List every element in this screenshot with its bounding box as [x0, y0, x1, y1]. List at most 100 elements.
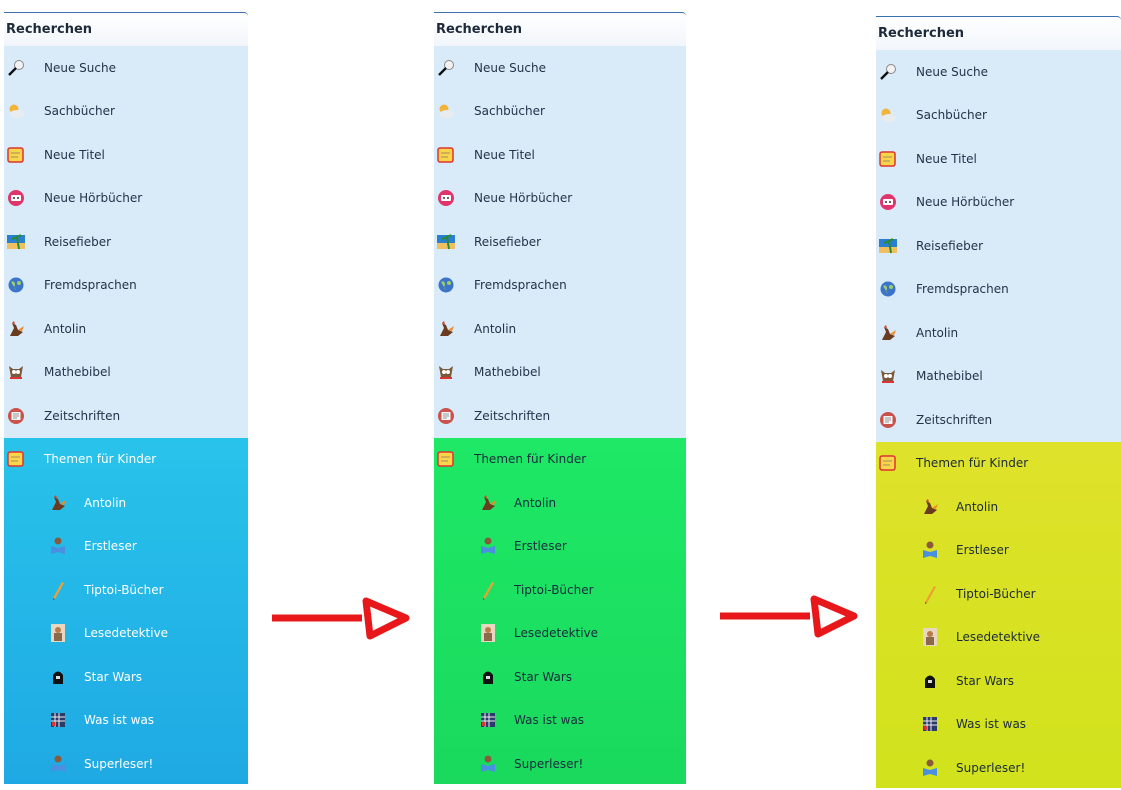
themen-section: Themen für Kinder Antolin Erstleser Tipt… [434, 437, 686, 786]
sub-item-erstleser[interactable]: Erstleser [876, 529, 1121, 573]
menu-item-mathebibel[interactable]: Mathebibel [876, 355, 1121, 399]
panel-header: Recherchen [4, 12, 248, 46]
sub-item-star-wars[interactable]: Star Wars [876, 659, 1121, 703]
sub-label: Was ist was [514, 713, 585, 728]
menu-item-mathebibel[interactable]: Mathebibel [4, 351, 248, 395]
beach-icon [436, 232, 456, 252]
sub-item-star-wars[interactable]: Star Wars [434, 655, 686, 699]
menu-label: Zeitschriften [474, 408, 551, 423]
magazine-icon [436, 406, 456, 426]
sub-label: Superleser! [84, 756, 154, 771]
sub-label: Tiptoi-Bücher [956, 586, 1036, 601]
menu-item-sachbuecher[interactable]: Sachbücher [434, 90, 686, 134]
menu-item-mathebibel[interactable]: Mathebibel [434, 351, 686, 395]
sub-label: Star Wars [956, 673, 1015, 688]
owl-icon [436, 362, 456, 382]
themen-section: Themen für Kinder Antolin Erstleser Tipt… [4, 437, 248, 786]
menu-item-neue-suche[interactable]: Neue Suche [876, 50, 1121, 94]
menu-item-fremdsprachen[interactable]: Fremdsprachen [4, 264, 248, 308]
book-grid-icon [920, 714, 940, 734]
sub-item-was-ist-was[interactable]: Was ist was [434, 699, 686, 743]
beach-icon [6, 232, 26, 252]
sub-item-lesedetektive[interactable]: Lesedetektive [876, 616, 1121, 660]
menu-item-fremdsprachen[interactable]: Fremdsprachen [876, 268, 1121, 312]
sub-item-superleser[interactable]: Superleser! [4, 742, 248, 786]
sub-item-lesedetektive[interactable]: Lesedetektive [4, 612, 248, 656]
sub-item-tiptoi[interactable]: Tiptoi-Bücher [876, 572, 1121, 616]
sub-item-superleser[interactable]: Superleser! [434, 742, 686, 786]
menu-item-neue-hoerbuecher[interactable]: Neue Hörbücher [434, 177, 686, 221]
menu-item-zeitschriften[interactable]: Zeitschriften [434, 394, 686, 438]
menu-item-themen-fuer-kinder[interactable]: Themen für Kinder [876, 442, 1121, 486]
themen-section: Themen für Kinder Antolin Erstleser Tipt… [876, 441, 1121, 790]
sub-item-antolin[interactable]: Antolin [4, 481, 248, 525]
menu-item-zeitschriften[interactable]: Zeitschriften [876, 398, 1121, 442]
menu-item-zeitschriften[interactable]: Zeitschriften [4, 394, 248, 438]
menu-item-neue-titel[interactable]: Neue Titel [4, 133, 248, 177]
menu-label: Themen für Kinder [44, 452, 157, 467]
cassette-icon [878, 192, 898, 212]
sub-item-tiptoi[interactable]: Tiptoi-Bücher [4, 568, 248, 612]
sub-item-star-wars[interactable]: Star Wars [4, 655, 248, 699]
menu-item-neue-titel[interactable]: Neue Titel [434, 133, 686, 177]
menu-item-antolin[interactable]: Antolin [876, 311, 1121, 355]
robot-icon [48, 667, 68, 687]
menu-item-neue-hoerbuecher[interactable]: Neue Hörbücher [4, 177, 248, 221]
sub-item-lesedetektive[interactable]: Lesedetektive [434, 612, 686, 656]
magazine-icon [878, 410, 898, 430]
sub-item-was-ist-was[interactable]: Was ist was [4, 699, 248, 743]
menu-item-themen-fuer-kinder[interactable]: Themen für Kinder [434, 438, 686, 482]
menu-item-antolin[interactable]: Antolin [434, 307, 686, 351]
menu-item-reisefieber[interactable]: Reisefieber [434, 220, 686, 264]
main-menu-list: Neue Suche Sachbücher Neue Titel Neue Hö… [4, 46, 248, 438]
notepad-icon [6, 449, 26, 469]
notepad-icon [436, 145, 456, 165]
menu-label: Neue Suche [916, 64, 988, 79]
menu-item-sachbuecher[interactable]: Sachbücher [876, 94, 1121, 138]
sub-item-antolin[interactable]: Antolin [434, 481, 686, 525]
sub-item-was-ist-was[interactable]: Was ist was [876, 703, 1121, 747]
menu-label: Themen für Kinder [474, 452, 587, 467]
menu-item-reisefieber[interactable]: Reisefieber [4, 220, 248, 264]
sub-label: Antolin [514, 495, 557, 510]
menu-label: Sachbücher [44, 104, 115, 119]
magazine-icon [6, 406, 26, 426]
menu-item-themen-fuer-kinder[interactable]: Themen für Kinder [4, 438, 248, 482]
detective-icon [48, 623, 68, 643]
menu-label: Reisefieber [474, 234, 542, 249]
menu-item-antolin[interactable]: Antolin [4, 307, 248, 351]
sub-label: Was ist was [84, 713, 155, 728]
globe-icon [878, 279, 898, 299]
menu-label: Neue Hörbücher [474, 191, 573, 206]
menu-label: Themen für Kinder [916, 456, 1029, 471]
sub-label: Superleser! [956, 760, 1026, 775]
pen-icon [478, 580, 498, 600]
sub-item-tiptoi[interactable]: Tiptoi-Bücher [434, 568, 686, 612]
menu-label: Reisefieber [916, 238, 984, 253]
cassette-icon [6, 188, 26, 208]
robot-icon [920, 671, 940, 691]
sub-label: Antolin [84, 495, 127, 510]
sub-label: Lesedetektive [956, 630, 1041, 645]
panel-header: Recherchen [434, 12, 686, 46]
sub-item-antolin[interactable]: Antolin [876, 485, 1121, 529]
panel-header: Recherchen [876, 16, 1121, 50]
menu-item-neue-hoerbuecher[interactable]: Neue Hörbücher [876, 181, 1121, 225]
sub-item-superleser[interactable]: Superleser! [876, 746, 1121, 790]
sub-item-erstleser[interactable]: Erstleser [434, 525, 686, 569]
menu-item-neue-suche[interactable]: Neue Suche [434, 46, 686, 90]
menu-item-neue-suche[interactable]: Neue Suche [4, 46, 248, 90]
menu-item-sachbuecher[interactable]: Sachbücher [4, 90, 248, 134]
menu-item-neue-titel[interactable]: Neue Titel [876, 137, 1121, 181]
menu-label: Antolin [916, 325, 959, 340]
menu-label: Antolin [474, 321, 517, 336]
menu-item-fremdsprachen[interactable]: Fremdsprachen [434, 264, 686, 308]
magnifier-icon [436, 58, 456, 78]
menu-label: Mathebibel [474, 365, 541, 380]
menu-item-reisefieber[interactable]: Reisefieber [876, 224, 1121, 268]
sub-label: Erstleser [956, 543, 1009, 558]
menu-label: Mathebibel [44, 365, 111, 380]
menu-label: Neue Titel [44, 147, 105, 162]
sub-item-erstleser[interactable]: Erstleser [4, 525, 248, 569]
notepad-icon [878, 149, 898, 169]
